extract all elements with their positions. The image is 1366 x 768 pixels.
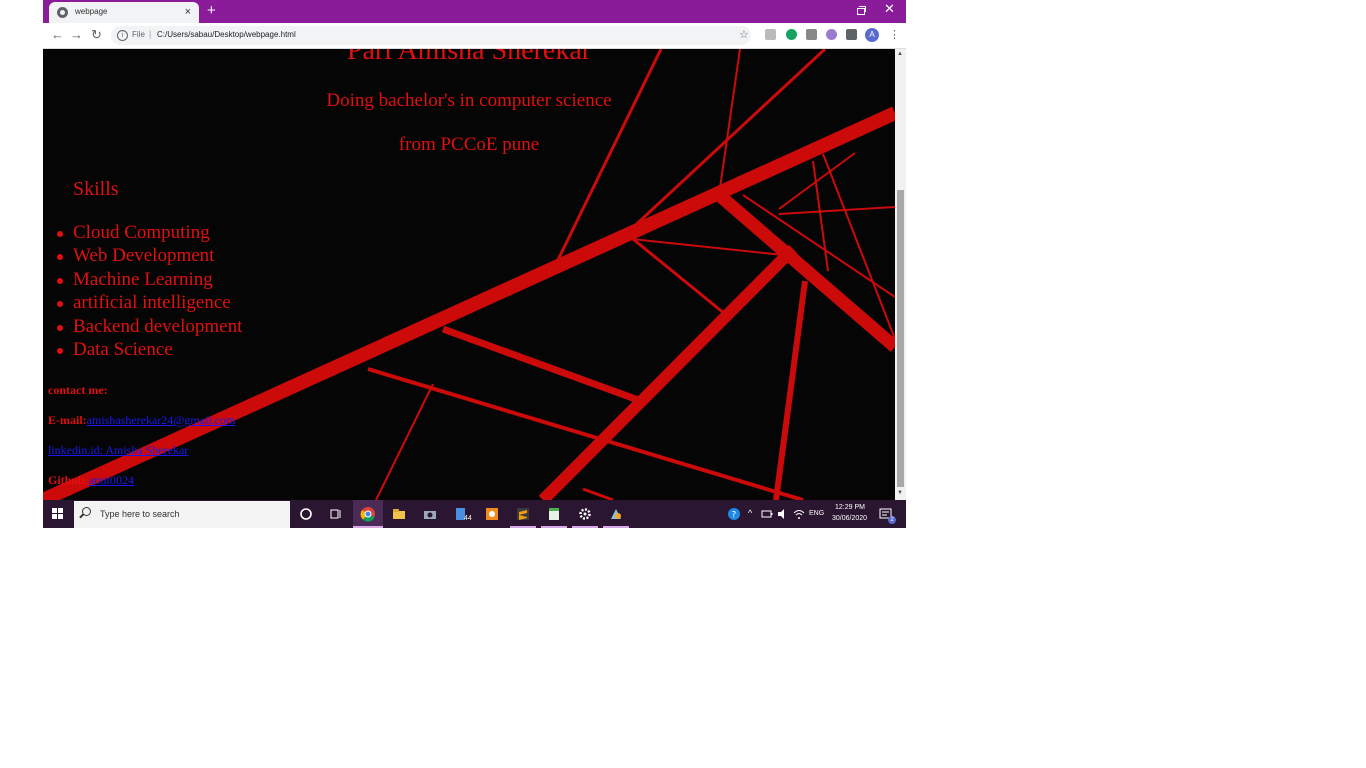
address-bar[interactable]: i File | C:/Users/sabau/Desktop/webpage.… [111,26,751,45]
skills-heading: Skills [73,178,119,200]
new-tab-button[interactable]: + [207,3,216,19]
puzzle-extensions-icon[interactable] [846,29,857,40]
skill-item: Machine Learning [56,268,242,291]
task-view-icon[interactable] [328,506,344,522]
notepad-running-indicator [541,526,567,528]
page-viewport: Pari Amisha Sherekar Doing bachelor's in… [43,49,895,500]
chrome-icon[interactable] [360,506,376,522]
clock-date[interactable]: 30/06/2020 [832,515,867,522]
notepad-icon[interactable] [546,506,562,522]
language-indicator[interactable]: ENG [809,510,824,517]
sublime-running-indicator [510,526,536,528]
close-window-button[interactable]: ✕ [884,1,895,17]
scrollbar-thumb[interactable] [897,190,904,487]
globe-icon [57,7,68,18]
vpn-icon[interactable] [826,29,837,40]
tab-title: webpage [75,7,108,16]
paint-icon[interactable] [484,506,500,522]
restore-window-button[interactable] [854,3,868,17]
linkedin-line: linkedin.id: Amisha Sherekar [48,443,188,458]
skills-list: Cloud Computing Web Development Machine … [56,221,243,361]
email-label: E-mail: [48,413,87,427]
browser-tab[interactable]: webpage × [49,2,199,23]
svg-text:?: ? [732,511,737,521]
mail-badge: 44 [464,515,472,522]
skill-item: Data Science [56,338,242,361]
github-link[interactable]: amit0024 [89,473,134,487]
reload-button[interactable]: ↻ [91,27,102,43]
grammarly-icon[interactable] [786,29,797,40]
screen: webpage × + ✕ ← → ↻ i File | C:/Users/sa… [43,0,906,528]
email-link[interactable]: amishasherekar24@gmail.com [87,413,236,427]
paint3d-running-indicator [603,526,629,528]
page-subtitle-2: from PCCoE pune [398,134,540,155]
bookmark-star-icon[interactable]: ☆ [739,28,749,41]
github-label: Github: [48,473,89,487]
help-icon[interactable]: ? [727,507,741,521]
sublime-icon[interactable] [515,506,531,522]
cortana-icon[interactable] [298,506,314,522]
clock-time[interactable]: 12:29 PM [835,504,865,511]
url-separator: | [149,29,152,39]
skill-item: Web Development [56,244,242,267]
browser-toolbar: ← → ↻ i File | C:/Users/sabau/Desktop/we… [43,23,906,49]
settings-running-indicator [572,526,598,528]
tab-close-button[interactable]: × [185,5,191,19]
email-line: E-mail:amishasherekar24@gmail.com [48,413,235,428]
tray-chevron-up-icon[interactable]: ^ [748,508,752,518]
cart-icon[interactable] [806,29,817,40]
windows-taskbar: Type here to search 44 ? ^ ENG 12:29 PM … [43,500,906,528]
scroll-down-arrow[interactable]: ▼ [897,490,903,496]
search-icon [82,507,91,516]
wifi-icon[interactable] [793,508,805,520]
file-explorer-icon[interactable] [391,506,407,522]
notification-count-badge: 2 [888,516,896,524]
taskbar-search-box[interactable]: Type here to search [74,501,290,528]
volume-icon[interactable] [777,508,789,520]
battery-icon[interactable] [761,508,773,520]
info-icon[interactable]: i [117,30,128,41]
url-scheme-label: File [132,30,145,39]
taskbar-search-placeholder: Type here to search [100,509,180,519]
skill-item: Backend development [56,315,243,337]
chrome-running-indicator [353,526,383,528]
settings-icon[interactable] [577,506,593,522]
url-text[interactable]: C:/Users/sabau/Desktop/webpage.html [157,30,296,39]
linkedin-link[interactable]: linkedin.id: Amisha Sherekar [48,443,188,457]
page-title: Pari Amisha Sherekar [346,49,592,66]
browser-tab-strip: webpage × + ✕ [43,0,906,23]
np-extension-icon[interactable] [765,29,776,40]
contact-heading: contact me: [48,383,108,397]
page-content: Pari Amisha Sherekar Doing bachelor's in… [43,49,895,500]
paint3d-icon[interactable] [608,506,624,522]
browser-menu-button[interactable]: ⋮ [889,28,900,42]
skill-item: artificial intelligence [56,291,242,314]
camera-icon[interactable] [422,506,438,522]
github-line: Github:amit0024 [48,473,134,488]
profile-avatar[interactable]: A [865,28,879,42]
skill-item: Cloud Computing [56,221,242,244]
vertical-scrollbar[interactable]: ▲ ▼ [895,49,906,500]
back-button[interactable]: ← [51,27,64,43]
windows-start-button[interactable] [52,508,64,520]
forward-button[interactable]: → [70,27,83,43]
scroll-up-arrow[interactable]: ▲ [897,51,903,57]
page-subtitle: Doing bachelor's in computer science [326,90,612,111]
